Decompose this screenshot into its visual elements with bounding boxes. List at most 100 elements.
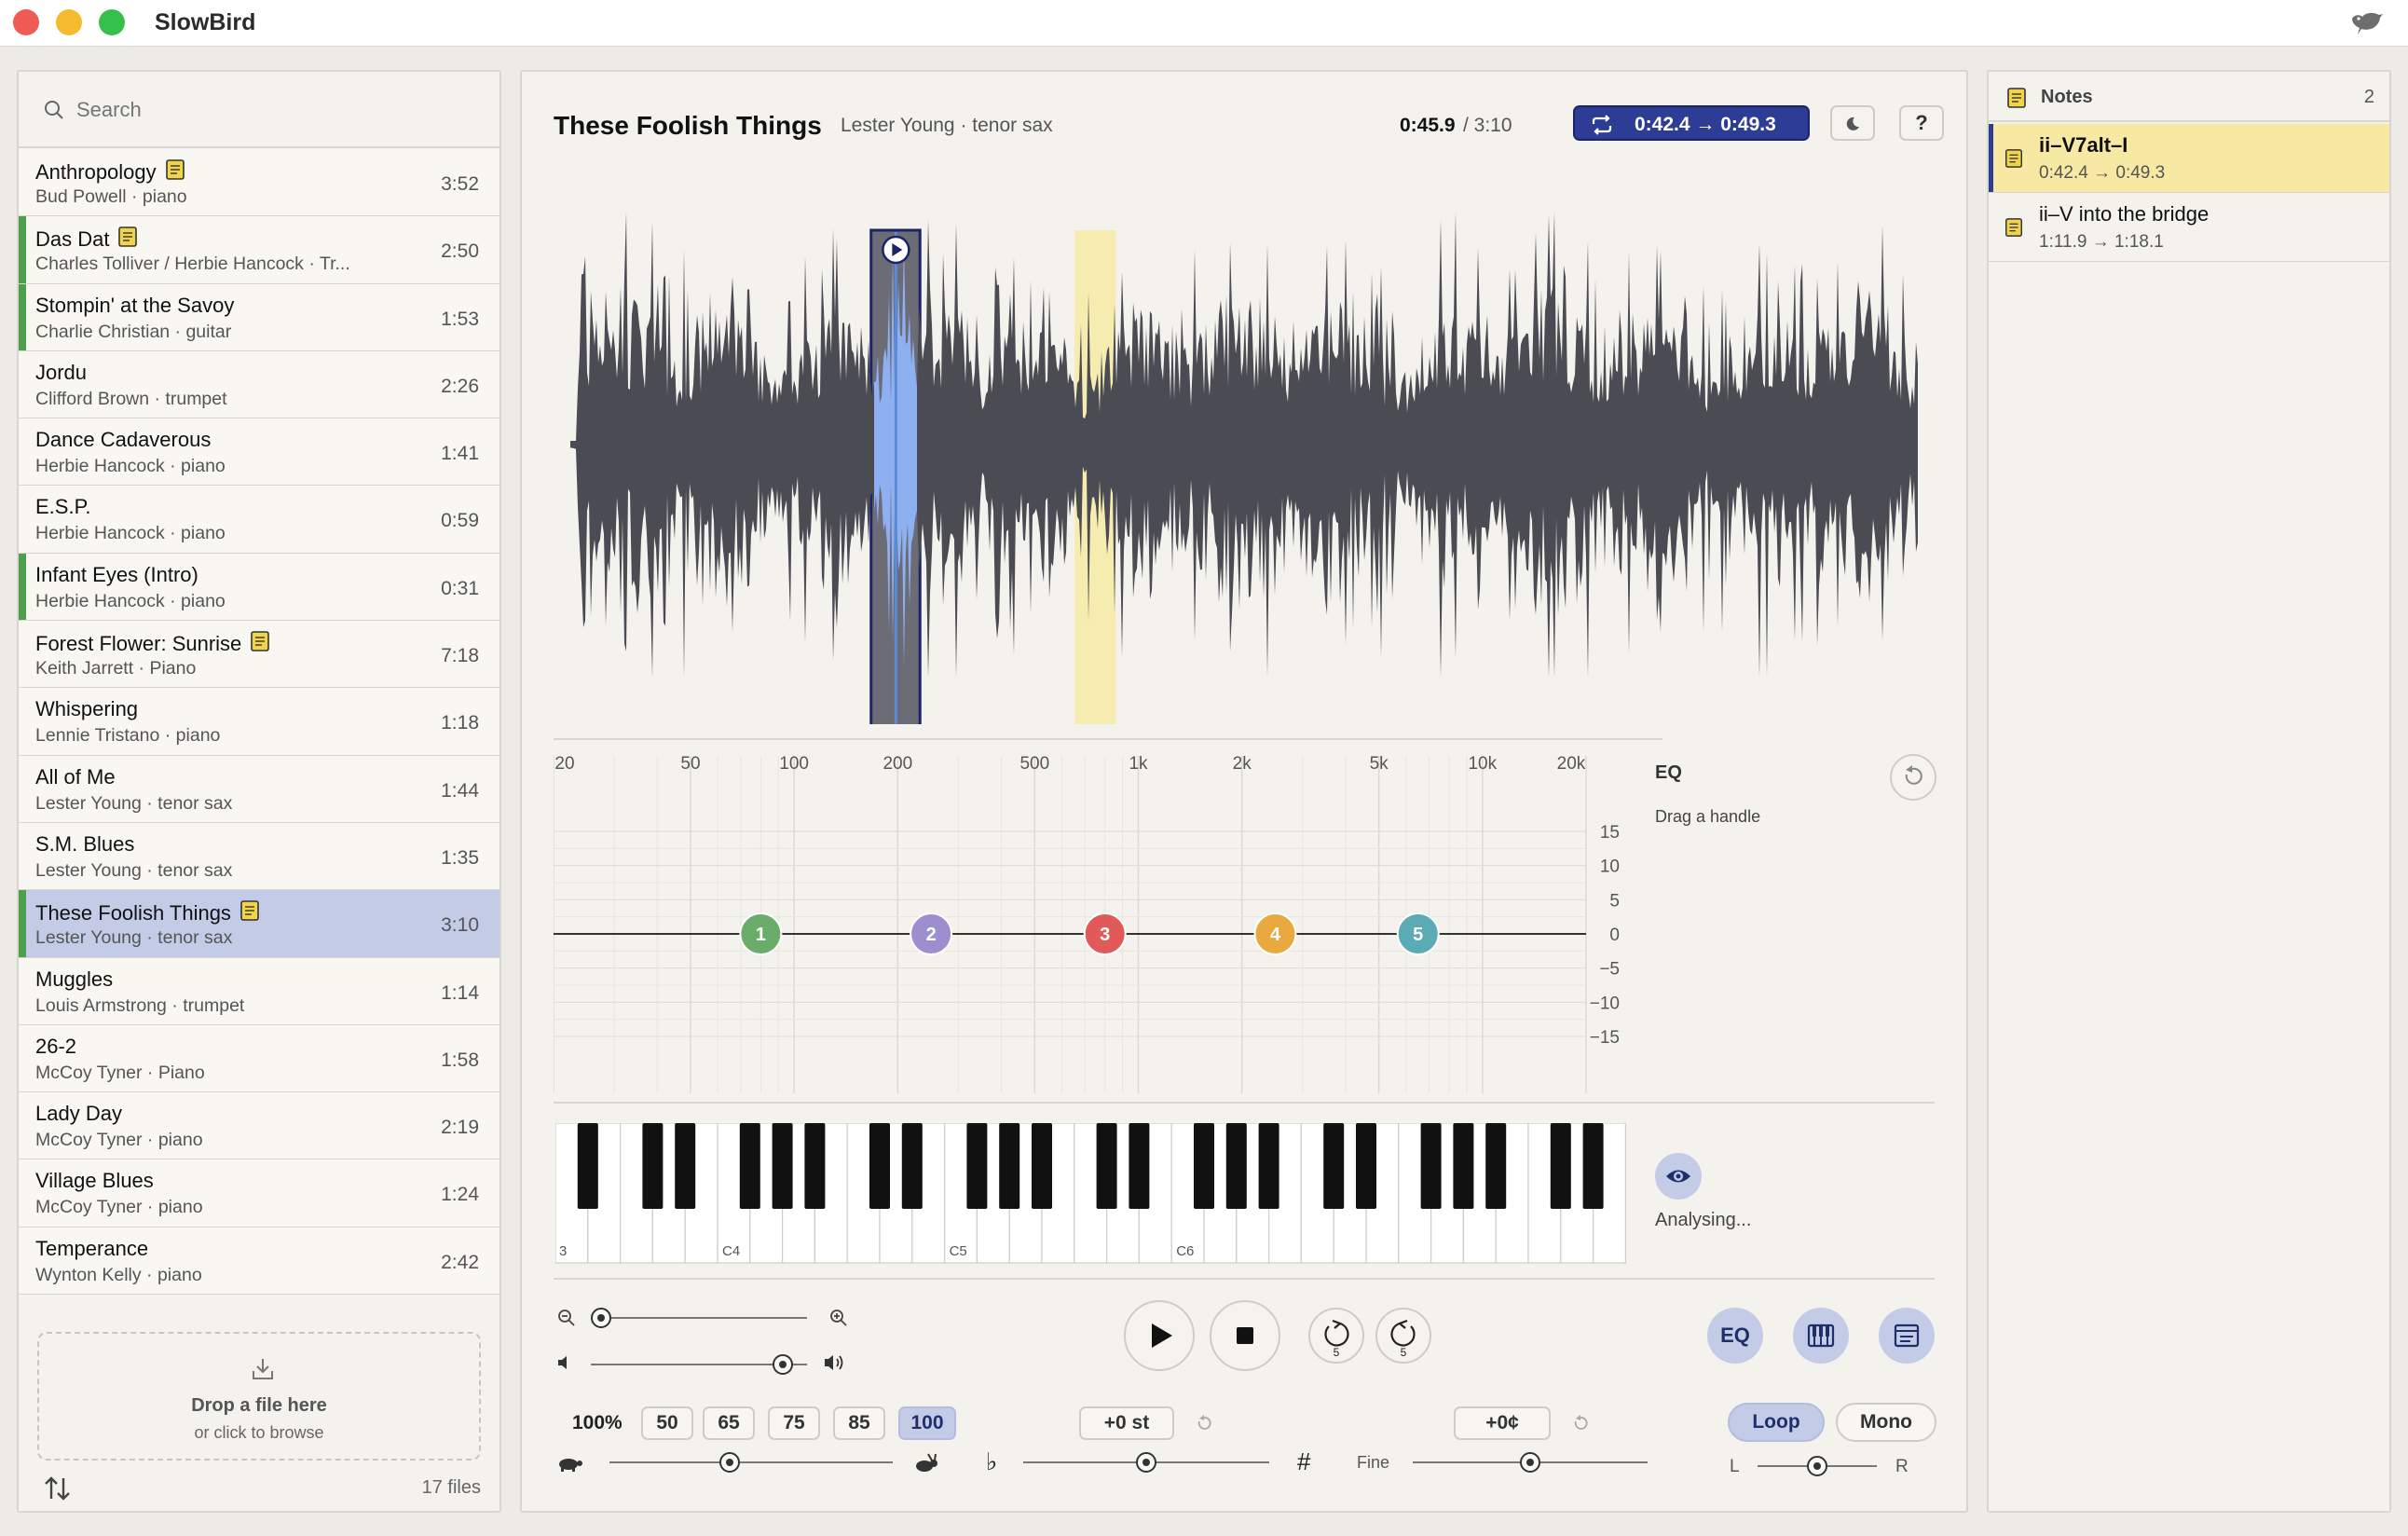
track-item[interactable]: Das Dat Charles Tolliver / Herbie Hancoc…	[19, 216, 499, 284]
black-key[interactable]	[1485, 1123, 1507, 1209]
skip-forward-5-button[interactable]: 5	[1375, 1308, 1431, 1364]
total-time: / 3:10	[1463, 115, 1512, 136]
track-item[interactable]: Temperance Wynton Kelly · piano 2:42	[19, 1227, 499, 1296]
black-key[interactable]	[1453, 1123, 1474, 1209]
fine-slider[interactable]	[1413, 1451, 1648, 1474]
volume-slider[interactable]	[591, 1353, 807, 1376]
black-key[interactable]	[869, 1123, 890, 1209]
mono-toggle-button[interactable]: Mono	[1836, 1403, 1936, 1442]
zoom-window-button[interactable]	[99, 9, 125, 35]
fine-value-button[interactable]: +0¢	[1454, 1406, 1551, 1440]
slider-knob[interactable]	[773, 1354, 794, 1375]
speed-preset-button[interactable]: 75	[768, 1406, 820, 1440]
black-key[interactable]	[1129, 1123, 1150, 1209]
black-key[interactable]	[1420, 1123, 1442, 1209]
notes-title: Notes	[2041, 87, 2093, 107]
black-key[interactable]	[772, 1123, 793, 1209]
black-key[interactable]	[1258, 1123, 1279, 1209]
slider-knob[interactable]	[719, 1452, 741, 1473]
octave-label: C4	[722, 1243, 740, 1259]
loop-toggle-button[interactable]: Loop	[1728, 1403, 1825, 1442]
track-title: Jordu	[35, 360, 88, 384]
balance-slider[interactable]	[1758, 1455, 1877, 1477]
track-item[interactable]: Dance Cadaverous Herbie Hancock · piano …	[19, 418, 499, 487]
speed-preset-button[interactable]: 50	[641, 1406, 693, 1440]
track-item[interactable]: Village Blues McCoy Tyner · piano 1:24	[19, 1159, 499, 1227]
track-subtitle: Wynton Kelly · piano	[35, 1264, 202, 1285]
minimize-window-button[interactable]	[56, 9, 82, 35]
eq-toggle-button[interactable]: EQ	[1707, 1308, 1763, 1364]
keyboard-toggle-button[interactable]	[1793, 1308, 1849, 1364]
track-item[interactable]: Whispering Lennie Tristano · piano 1:18	[19, 688, 499, 756]
black-key[interactable]	[577, 1123, 598, 1209]
black-key[interactable]	[1032, 1123, 1052, 1209]
black-key[interactable]	[1194, 1123, 1214, 1209]
black-key[interactable]	[999, 1123, 1020, 1209]
help-button[interactable]: ?	[1899, 105, 1944, 141]
track-subtitle: Clifford Brown · trumpet	[35, 388, 227, 409]
black-key[interactable]	[642, 1123, 664, 1209]
track-item[interactable]: Muggles Louis Armstrong · trumpet 1:14	[19, 957, 499, 1025]
black-key[interactable]	[1356, 1123, 1376, 1209]
eq-reset-button[interactable]	[1890, 754, 1936, 801]
track-duration: 3:10	[441, 914, 479, 937]
black-key[interactable]	[1323, 1123, 1345, 1209]
track-item[interactable]: All of Me Lester Young · tenor sax 1:44	[19, 755, 499, 823]
black-key[interactable]	[675, 1123, 696, 1209]
track-item[interactable]: These Foolish Things Lester Young · teno…	[19, 890, 499, 958]
track-item[interactable]: 26-2 McCoy Tyner · Piano 1:58	[19, 1024, 499, 1093]
visibility-toggle-button[interactable]	[1655, 1153, 1702, 1200]
zoom-slider[interactable]	[591, 1307, 807, 1329]
black-key[interactable]	[739, 1123, 760, 1209]
skip-back-5-button[interactable]: 5	[1308, 1308, 1364, 1364]
track-item[interactable]: Jordu Clifford Brown · trumpet 2:26	[19, 350, 499, 419]
black-key[interactable]	[1225, 1123, 1247, 1209]
track-title: Stompin' at the Savoy	[35, 293, 235, 317]
track-item[interactable]: Forest Flower: Sunrise Keith Jarrett · P…	[19, 621, 499, 689]
track-item[interactable]: Anthropology Bud Powell · piano 3:52	[19, 149, 499, 217]
black-key[interactable]	[966, 1123, 988, 1209]
track-duration: 2:50	[441, 240, 479, 263]
piano-keyboard[interactable]: 3 C4 C5 C6	[555, 1123, 1636, 1272]
eq-graph[interactable]: 20 50 100 200 500 1k 2k 5k 10k 20k151050−5−10−151…	[554, 734, 1662, 1097]
track-subtitle: Herbie Hancock · piano	[35, 590, 226, 611]
slider-knob[interactable]	[1807, 1456, 1827, 1476]
waveform[interactable]	[554, 165, 1936, 724]
track-duration: 2:19	[441, 1117, 479, 1139]
track-item[interactable]: E.S.P. Herbie Hancock · piano 0:59	[19, 486, 499, 554]
play-icon	[1152, 1323, 1172, 1348]
pitch-reset-icon[interactable]	[1191, 1410, 1217, 1436]
note-item[interactable]: ii–V7alt–I 0:42.4 → 0:49.3	[1989, 124, 2389, 193]
search-input[interactable]	[76, 92, 468, 128]
waveform-path	[570, 212, 1918, 678]
night-mode-button[interactable]	[1830, 105, 1875, 141]
speed-preset-button[interactable]: 85	[833, 1406, 885, 1440]
track-item[interactable]: S.M. Blues Lester Young · tenor sax 1:35	[19, 822, 499, 891]
close-window-button[interactable]	[13, 9, 39, 35]
black-key[interactable]	[804, 1123, 826, 1209]
slider-knob[interactable]	[591, 1308, 611, 1328]
note-item[interactable]: ii–V into the bridge 1:11.9 → 1:18.1	[1989, 193, 2389, 262]
semitone-value-button[interactable]: +0 st	[1079, 1406, 1174, 1440]
speed-preset-button[interactable]: 65	[703, 1406, 755, 1440]
play-button[interactable]	[1124, 1300, 1195, 1371]
file-drop-zone[interactable]: Drop a file here or click to browse	[37, 1332, 481, 1461]
speed-slider[interactable]	[609, 1451, 893, 1474]
black-key[interactable]	[1550, 1123, 1571, 1209]
playhead-play-icon[interactable]	[882, 235, 910, 265]
loop-range-button[interactable]: 0:42.4 → 0:49.3	[1573, 105, 1810, 141]
stop-button[interactable]	[1210, 1300, 1280, 1371]
track-item[interactable]: Lady Day McCoy Tyner · piano 2:19	[19, 1092, 499, 1160]
black-key[interactable]	[1582, 1123, 1604, 1209]
fine-reset-icon[interactable]	[1567, 1410, 1594, 1436]
track-item[interactable]: Infant Eyes (Intro) Herbie Hancock · pia…	[19, 553, 499, 622]
pitch-slider[interactable]	[1023, 1451, 1269, 1474]
speed-preset-button[interactable]: 100	[898, 1406, 956, 1440]
black-key[interactable]	[1096, 1123, 1117, 1209]
sort-arrows-icon[interactable]	[43, 1474, 73, 1502]
notes-toggle-button[interactable]	[1879, 1308, 1935, 1364]
slider-knob[interactable]	[1136, 1452, 1156, 1473]
black-key[interactable]	[901, 1123, 923, 1209]
track-item[interactable]: Stompin' at the Savoy Charlie Christian …	[19, 283, 499, 351]
slider-knob[interactable]	[1520, 1452, 1540, 1473]
